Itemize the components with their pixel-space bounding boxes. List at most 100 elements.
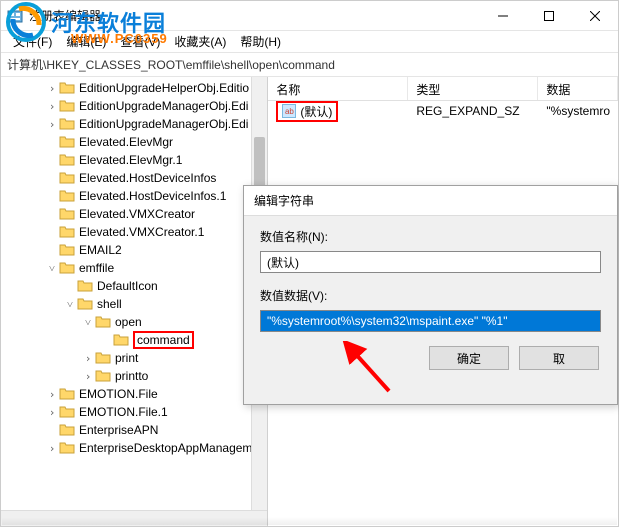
tree-item-label: EnterpriseAPN xyxy=(79,423,158,437)
tree-item[interactable]: › EditionUpgradeManagerObj.Edi xyxy=(7,115,267,133)
menu-favorites[interactable]: 收藏夹(A) xyxy=(168,31,232,52)
value-name-label: 数值名称(N): xyxy=(260,228,601,245)
value-data-label: 数值数据(V): xyxy=(260,287,601,304)
folder-icon xyxy=(59,243,75,257)
folder-icon xyxy=(95,369,111,383)
chevron-right-icon[interactable]: › xyxy=(45,388,59,401)
folder-icon xyxy=(59,81,75,95)
tree-item-label: EMAIL2 xyxy=(79,243,122,257)
menu-file[interactable]: 文件(F) xyxy=(7,31,58,52)
value-data-input[interactable] xyxy=(260,310,601,332)
folder-icon xyxy=(59,207,75,221)
folder-icon xyxy=(59,441,75,455)
tree-item-label: EditionUpgradeManagerObj.Edi xyxy=(79,99,248,113)
tree-item-label: Elevated.VMXCreator.1 xyxy=(79,225,204,239)
value-name-highlight: ab (默认) xyxy=(276,101,338,122)
tree-item-label: EditionUpgradeManagerObj.Edi xyxy=(79,117,248,131)
value-type: REG_EXPAND_SZ xyxy=(408,102,538,120)
folder-icon xyxy=(59,153,75,167)
chevron-down-icon[interactable]: ˅ xyxy=(45,262,59,275)
chevron-right-icon[interactable]: › xyxy=(81,352,95,365)
chevron-right-icon[interactable]: › xyxy=(45,82,59,95)
chevron-right-icon[interactable]: › xyxy=(45,406,59,419)
folder-icon xyxy=(59,189,75,203)
tree-item-label: EnterpriseDesktopAppManagem xyxy=(79,441,252,455)
tree-item-label: printto xyxy=(115,369,148,383)
tree-item-label: command xyxy=(133,331,194,349)
address-bar[interactable]: 计算机\HKEY_CLASSES_ROOT\emffile\shell\open… xyxy=(1,53,618,77)
chevron-down-icon[interactable]: ˅ xyxy=(63,298,77,311)
list-row[interactable]: ab (默认) REG_EXPAND_SZ "%systemro xyxy=(268,101,618,121)
chevron-right-icon[interactable]: › xyxy=(45,442,59,455)
close-button[interactable] xyxy=(572,1,618,31)
tree-item[interactable]: Elevated.HostDeviceInfos xyxy=(7,169,267,187)
folder-icon xyxy=(59,261,75,275)
edit-string-dialog: 编辑字符串 数值名称(N): 数值数据(V): 确定 取 xyxy=(243,185,618,405)
folder-icon xyxy=(113,333,129,347)
minimize-button[interactable] xyxy=(480,1,526,31)
tree-item-label: emffile xyxy=(79,261,114,275)
tree-item[interactable]: ˅ shell xyxy=(7,295,267,313)
folder-icon xyxy=(59,423,75,437)
folder-icon xyxy=(59,405,75,419)
tree-item-label: Elevated.HostDeviceInfos xyxy=(79,171,216,185)
tree-item[interactable]: EMAIL2 xyxy=(7,241,267,259)
tree-panel: › EditionUpgradeHelperObj.Editio › EditionU… xyxy=(1,77,268,526)
ok-button[interactable]: 确定 xyxy=(429,346,509,370)
folder-icon xyxy=(77,297,93,311)
window-titlebar: 注册表编辑器 xyxy=(1,1,618,31)
tree-item[interactable]: ˅ emffile xyxy=(7,259,267,277)
tree-item-label: EditionUpgradeHelperObj.Editio xyxy=(79,81,249,95)
tree-item[interactable]: command xyxy=(7,331,267,349)
column-type[interactable]: 类型 xyxy=(408,77,538,100)
regedit-icon xyxy=(7,8,23,24)
tree-item[interactable]: › EMOTION.File xyxy=(7,385,267,403)
folder-icon xyxy=(59,171,75,185)
chevron-down-icon[interactable]: ˅ xyxy=(81,316,95,329)
tree-item-label: DefaultIcon xyxy=(97,279,158,293)
menu-help[interactable]: 帮助(H) xyxy=(234,31,287,52)
tree-item[interactable]: Elevated.VMXCreator.1 xyxy=(7,223,267,241)
tree-item[interactable]: Elevated.ElevMgr xyxy=(7,133,267,151)
tree-item[interactable]: ˅open xyxy=(7,313,267,331)
tree-item-label: Elevated.VMXCreator xyxy=(79,207,195,221)
value-name: (默认) xyxy=(300,103,332,120)
tree-item[interactable]: DefaultIcon xyxy=(7,277,267,295)
maximize-button[interactable] xyxy=(526,1,572,31)
chevron-right-icon[interactable]: › xyxy=(81,370,95,383)
string-value-icon: ab xyxy=(282,104,296,118)
column-name[interactable]: 名称 xyxy=(268,77,408,100)
tree-item[interactable]: Elevated.VMXCreator xyxy=(7,205,267,223)
chevron-right-icon[interactable]: › xyxy=(45,118,59,131)
tree-item-label: print xyxy=(115,351,138,365)
tree-item[interactable]: EnterpriseAPN xyxy=(7,421,267,439)
value-data: "%systemro xyxy=(538,102,618,120)
folder-icon xyxy=(95,351,111,365)
window-title: 注册表编辑器 xyxy=(29,7,101,24)
list-header: 名称 类型 数据 xyxy=(268,77,618,101)
tree-item-label: EMOTION.File.1 xyxy=(79,405,168,419)
tree-item[interactable]: › EMOTION.File.1 xyxy=(7,403,267,421)
tree-item[interactable]: › printto xyxy=(7,367,267,385)
window-controls xyxy=(480,1,618,31)
cancel-button[interactable]: 取 xyxy=(519,346,599,370)
folder-icon xyxy=(77,279,93,293)
tree-item[interactable]: › EnterpriseDesktopAppManagem xyxy=(7,439,267,457)
tree-item[interactable]: Elevated.HostDeviceInfos.1 xyxy=(7,187,267,205)
tree-item[interactable]: › print xyxy=(7,349,267,367)
column-data[interactable]: 数据 xyxy=(538,77,618,100)
tree-scrollbar-horizontal[interactable] xyxy=(1,510,267,526)
tree-item[interactable]: Elevated.ElevMgr.1 xyxy=(7,151,267,169)
folder-icon xyxy=(59,117,75,131)
folder-icon xyxy=(59,135,75,149)
tree-item-label: shell xyxy=(97,297,122,311)
tree-item[interactable]: › EditionUpgradeManagerObj.Edi xyxy=(7,97,267,115)
tree-item[interactable]: › EditionUpgradeHelperObj.Editio xyxy=(7,79,267,97)
address-path: 计算机\HKEY_CLASSES_ROOT\emffile\shell\open… xyxy=(7,56,335,73)
tree-item-label: Elevated.ElevMgr xyxy=(79,135,173,149)
value-name-input[interactable] xyxy=(260,251,601,273)
tree-item-label: EMOTION.File xyxy=(79,387,158,401)
dialog-title: 编辑字符串 xyxy=(244,186,617,216)
watermark-url: WWW.PC0359 xyxy=(71,31,168,46)
chevron-right-icon[interactable]: › xyxy=(45,100,59,113)
